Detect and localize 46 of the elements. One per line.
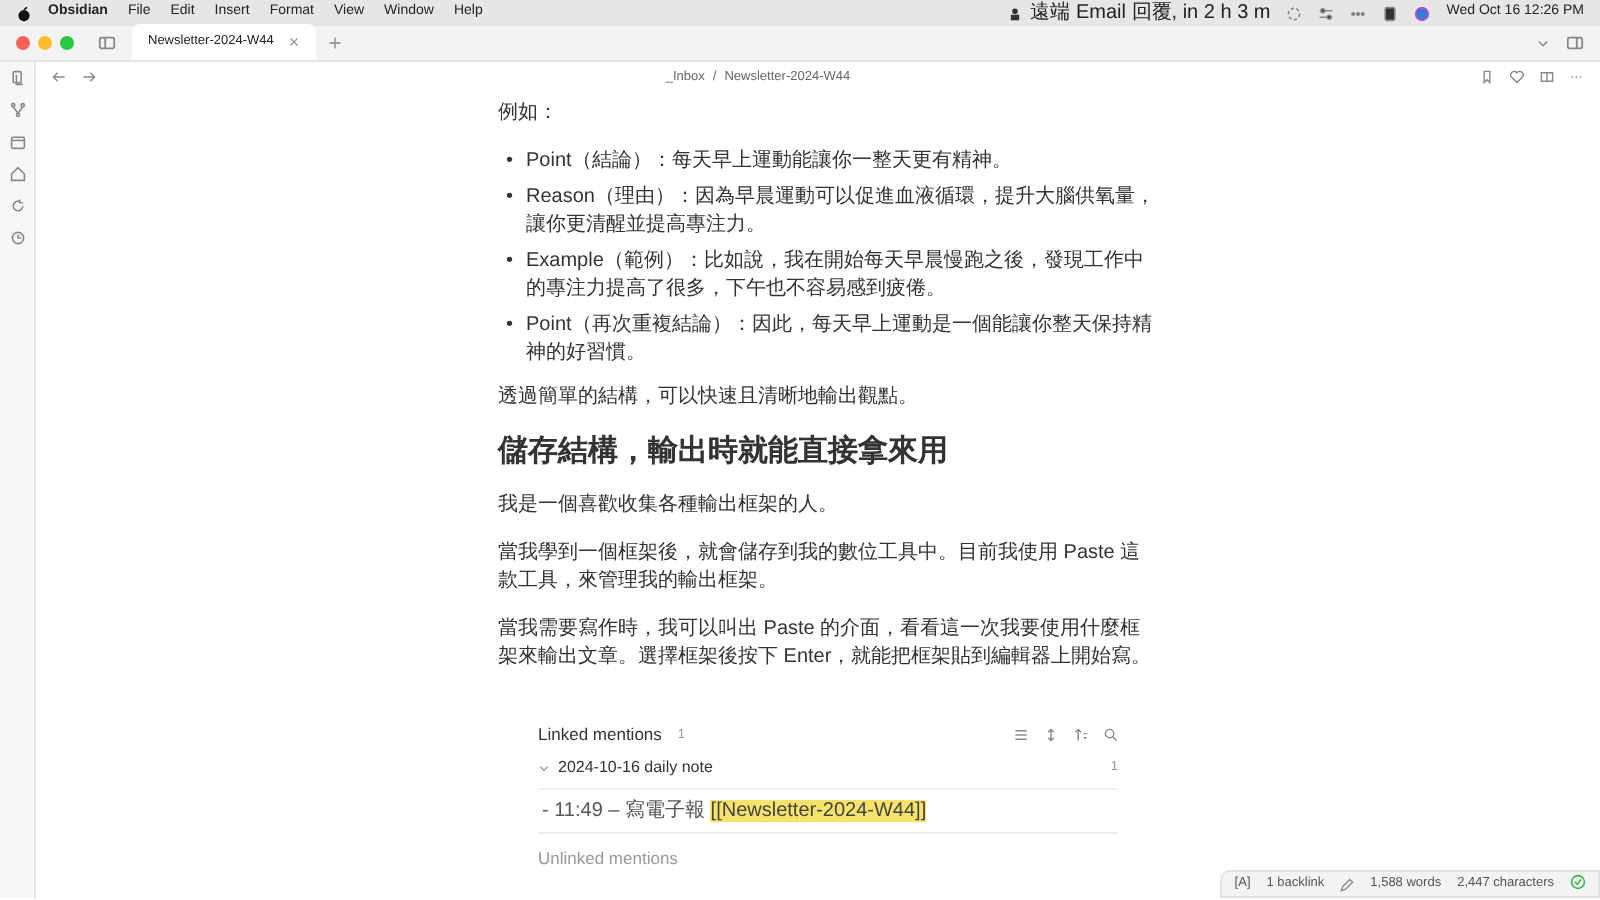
calendar-icon[interactable] bbox=[9, 134, 25, 150]
close-window-button[interactable] bbox=[16, 35, 30, 49]
bullet-marker: • bbox=[506, 148, 516, 176]
expand-icon[interactable] bbox=[1044, 727, 1058, 742]
forward-arrow-icon[interactable] bbox=[82, 70, 96, 84]
sidebar-toggle-icon[interactable] bbox=[98, 33, 116, 51]
reminder-status[interactable]: 遠端 Email 回覆, in 2 h 3 m bbox=[1030, 0, 1271, 28]
search-icon[interactable] bbox=[1104, 727, 1118, 742]
sync-check-icon[interactable] bbox=[1570, 874, 1586, 891]
bullet-marker: • bbox=[506, 184, 516, 212]
back-arrow-icon[interactable] bbox=[52, 70, 66, 84]
paragraph: 例如： bbox=[498, 100, 560, 128]
pencil-icon[interactable] bbox=[1340, 877, 1355, 891]
apple-logo-icon[interactable] bbox=[16, 5, 32, 21]
person-icon[interactable] bbox=[1008, 5, 1023, 21]
home-icon[interactable] bbox=[9, 166, 25, 182]
bookmark-icon[interactable] bbox=[1480, 70, 1494, 84]
paragraph: 我是一個喜歡收集各種輸出框架的人。 bbox=[498, 492, 840, 520]
sidebar-toggle-icon[interactable] bbox=[1566, 33, 1584, 51]
bullet-marker: • bbox=[506, 248, 516, 276]
book-icon[interactable] bbox=[1540, 70, 1554, 84]
zoom-window-button[interactable] bbox=[60, 35, 74, 49]
files-icon[interactable] bbox=[9, 70, 25, 86]
bullet-item: Example（範例）：比如說，我在開始每天早晨慢跑之後，發現工作中的專注力提高了很多，下午也不容易感到疲倦。 bbox=[526, 248, 1146, 304]
bullet-item: Reason（理由）：因為早晨運動可以促進血液循環，提升大腦供氧量，讓你更清醒並提高專注力。 bbox=[526, 184, 1157, 240]
paragraph: 當我學到一個框架後，就會儲存到我的數位工具中。目前我使用 Paste 這款工具，來管理我的輸出框架。 bbox=[498, 540, 1143, 596]
bullet-item: Point（再次重複結論）：因此，每天早上運動是一個能讓你整天保持精神的好習慣。 bbox=[526, 312, 1154, 368]
graph-icon[interactable] bbox=[9, 102, 25, 118]
sort-icon[interactable] bbox=[1074, 727, 1088, 742]
spinner-icon[interactable] bbox=[1286, 5, 1303, 21]
bullet-marker: • bbox=[506, 312, 516, 340]
clock-icon[interactable] bbox=[9, 230, 25, 246]
list-icon[interactable] bbox=[1014, 727, 1028, 742]
chevron-down-icon[interactable] bbox=[1536, 35, 1550, 49]
close-icon[interactable] bbox=[288, 36, 300, 48]
toggle-icon[interactable] bbox=[1318, 5, 1335, 21]
paragraph: 當我需要寫作時，我可以叫出 Paste 的介面，看看這一次我要使用什麼框架來輸出文章。選擇框架後按下 Enter，就能把框架貼到編輯器上開始寫。 bbox=[498, 616, 1154, 672]
more-icon[interactable] bbox=[1570, 70, 1584, 84]
heart-icon[interactable] bbox=[1510, 70, 1524, 84]
paragraph: 透過簡單的結構，可以快速且清晰地輸出觀點。 bbox=[498, 384, 920, 412]
plus-icon[interactable] bbox=[328, 35, 342, 49]
section-heading: 儲存結構，輸出時就能直接拿來用 bbox=[498, 432, 950, 472]
refresh-icon[interactable] bbox=[9, 198, 25, 214]
linked-mentions-title: Linked mentions bbox=[538, 722, 662, 748]
bullet-item: Point（結論）：每天早上運動能讓你一整天更有精神。 bbox=[526, 148, 1012, 176]
chevron-down-icon[interactable] bbox=[538, 761, 550, 774]
